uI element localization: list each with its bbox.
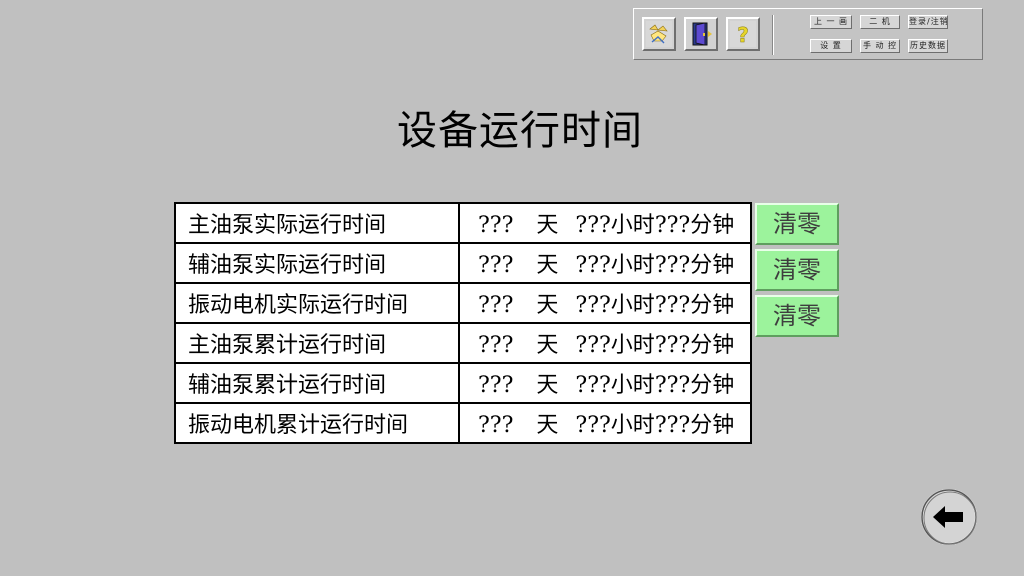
reset-vibration-motor-button[interactable]: 清零 [755,295,839,337]
reset-main-pump-button[interactable]: 清零 [755,203,839,245]
hours-value: ??? [575,333,611,358]
minute-unit: 分钟 [690,213,735,238]
minutes-value: ??? [654,333,691,358]
toolbar-divider [772,15,773,55]
minute-unit: 分钟 [690,293,735,318]
minute-unit: 分钟 [690,413,735,438]
hours-value: ??? [575,373,611,398]
day-unit: 天 [536,253,559,278]
hours-value: ??? [575,253,611,278]
day-unit: 天 [536,293,559,318]
alarm-bell-button[interactable] [642,17,676,51]
minute-unit: 分钟 [690,373,735,398]
day-unit: 天 [536,413,559,438]
days-value: ??? [478,413,514,438]
hours-value: ??? [575,213,611,238]
exit-door-icon [692,22,712,46]
toolbar-button-1[interactable]: 上 一 画 [810,15,852,29]
top-toolbar: ? 上 一 画 二 机 登录/注销 设 置 手 动 控 历史数据 [633,8,983,60]
minute-unit: 分钟 [690,333,735,358]
row-label: 振动电机累计运行时间 [174,402,460,444]
hours-value: ??? [575,293,611,318]
toolbar-button-5[interactable]: 手 动 控 [860,39,900,53]
table-row: 辅油泵实际运行时间 ??? 天 ???小时???分钟 [174,242,752,284]
hour-unit: 小时 [610,253,655,278]
runtime-table: 主油泵实际运行时间 ??? 天 ???小时???分钟 辅油泵实际运行时间 ???… [174,202,752,444]
table-row: 主油泵累计运行时间 ??? 天 ???小时???分钟 [174,322,752,364]
help-icon: ? [730,21,756,47]
minutes-value: ??? [654,413,691,438]
runtime-value: ??? 天 ???小时???分钟 [458,242,752,284]
row-label: 振动电机实际运行时间 [174,282,460,324]
minutes-value: ??? [654,293,691,318]
back-button[interactable] [920,488,978,546]
minutes-value: ??? [654,213,691,238]
help-button[interactable]: ? [726,17,760,51]
runtime-value: ??? 天 ???小时???分钟 [458,402,752,444]
svg-text:?: ? [737,23,749,47]
row-label: 主油泵实际运行时间 [174,202,460,244]
runtime-value: ??? 天 ???小时???分钟 [458,202,752,244]
runtime-value: ??? 天 ???小时???分钟 [458,282,752,324]
hmi-screen: ? 上 一 画 二 机 登录/注销 设 置 手 动 控 历史数据 设备运行时间 … [0,0,1024,576]
hour-unit: 小时 [610,373,655,398]
days-value: ??? [478,373,514,398]
hours-value: ??? [575,413,611,438]
runtime-value: ??? 天 ???小时???分钟 [458,322,752,364]
row-label: 辅油泵实际运行时间 [174,242,460,284]
day-unit: 天 [536,213,559,238]
row-label: 主油泵累计运行时间 [174,322,460,364]
days-value: ??? [478,253,514,278]
hour-unit: 小时 [610,333,655,358]
reset-aux-pump-button[interactable]: 清零 [755,249,839,291]
toolbar-button-3[interactable]: 登录/注销 [908,15,948,29]
minute-unit: 分钟 [690,253,735,278]
hour-unit: 小时 [610,213,655,238]
days-value: ??? [478,293,514,318]
table-row: 主油泵实际运行时间 ??? 天 ???小时???分钟 [174,202,752,244]
days-value: ??? [478,333,514,358]
alarm-bell-icon [646,21,672,47]
table-row: 辅油泵累计运行时间 ??? 天 ???小时???分钟 [174,362,752,404]
toolbar-button-2[interactable]: 二 机 [860,15,900,29]
table-row: 振动电机累计运行时间 ??? 天 ???小时???分钟 [174,402,752,444]
day-unit: 天 [536,333,559,358]
days-value: ??? [478,213,514,238]
toolbar-button-4[interactable]: 设 置 [810,39,852,53]
page-title: 设备运行时间 [397,108,643,154]
hour-unit: 小时 [610,413,655,438]
row-label: 辅油泵累计运行时间 [174,362,460,404]
exit-button[interactable] [684,17,718,51]
hour-unit: 小时 [610,293,655,318]
table-row: 振动电机实际运行时间 ??? 天 ???小时???分钟 [174,282,752,324]
runtime-value: ??? 天 ???小时???分钟 [458,362,752,404]
minutes-value: ??? [654,253,691,278]
left-arrow-icon [921,489,977,545]
minutes-value: ??? [654,373,691,398]
toolbar-button-6[interactable]: 历史数据 [908,39,948,53]
day-unit: 天 [536,373,559,398]
